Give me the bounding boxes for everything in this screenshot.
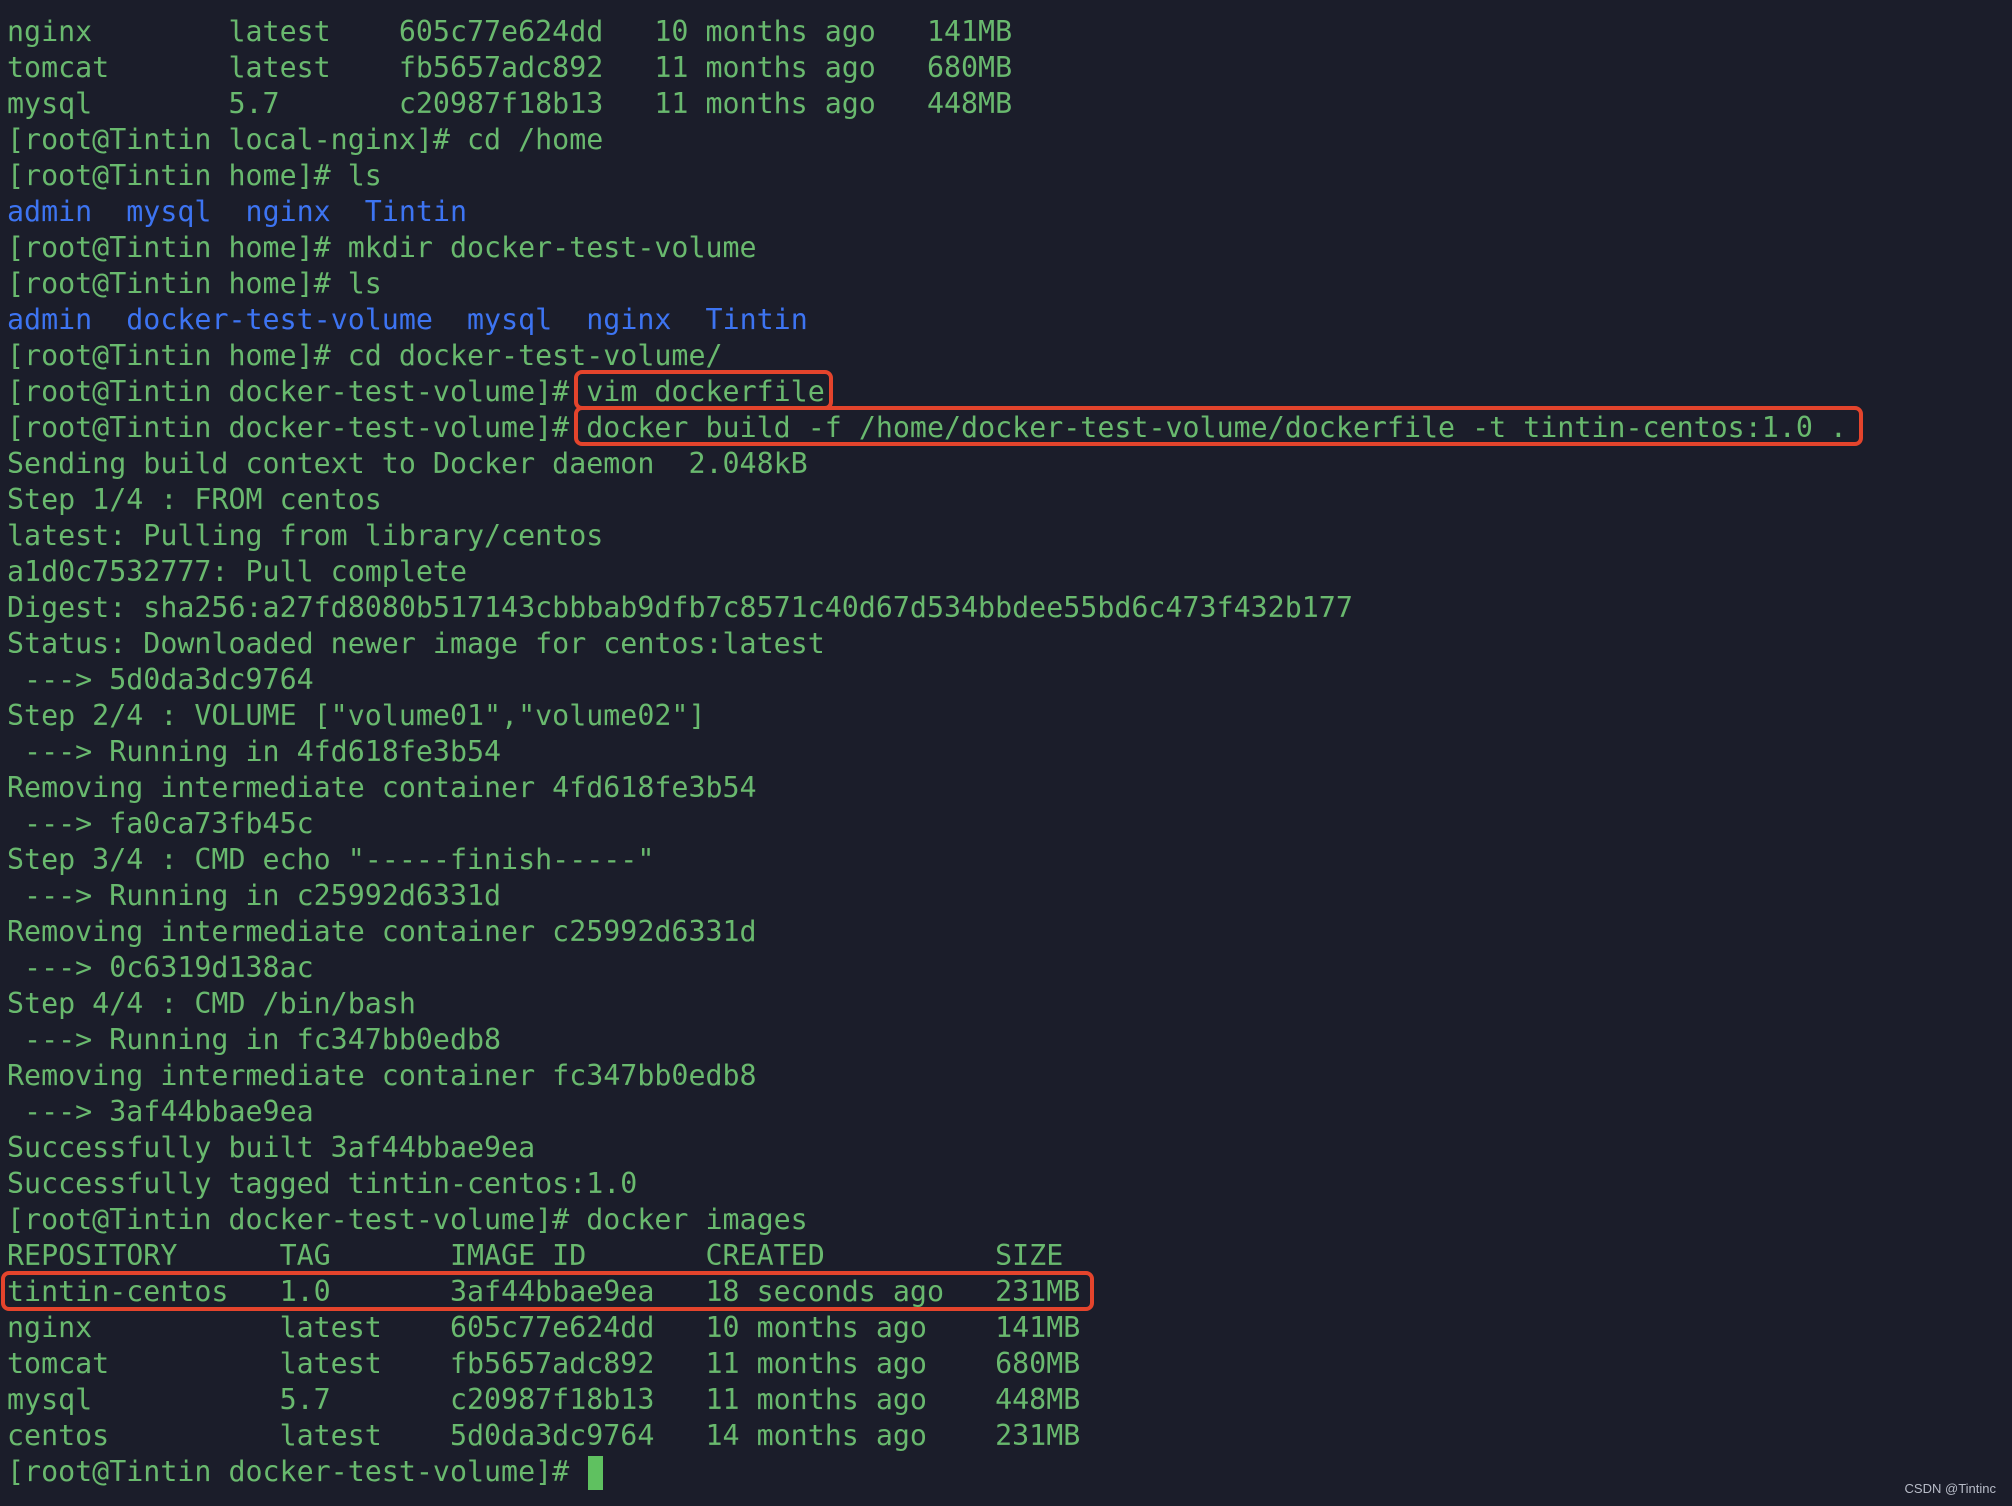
directory-entry: Tintin (705, 303, 808, 336)
image-row-text: tintin-centos 1.0 3af44bbae9ea 18 second… (7, 1275, 1081, 1308)
terminal-line: Removing intermediate container 4fd618fe… (7, 771, 757, 804)
text-cursor[interactable] (588, 1456, 604, 1490)
command-text: docker build -f /home/docker-test-volume… (586, 411, 1847, 444)
image-row-highlighted: tintin-centos 1.0 3af44bbae9ea 18 second… (1, 1271, 2012, 1311)
directory-listing: admin mysql nginx Tintin (7, 194, 2012, 230)
terminal-line: centos latest 5d0da3dc9764 14 months ago… (7, 1419, 1081, 1452)
directory-entry: mysql (126, 195, 212, 228)
terminal-line: [root@Tintin home]# ls (7, 267, 382, 300)
terminal-output[interactable]: nginx latest 605c77e624dd 10 months ago … (1, 14, 2012, 1490)
terminal-line: Step 2/4 : VOLUME ["volume01","volume02"… (7, 699, 706, 732)
command-line-docker-build: [root@Tintin docker-test-volume]# docker… (7, 406, 2012, 446)
terminal-line: ---> Running in fc347bb0edb8 (7, 1023, 502, 1056)
terminal-line: nginx latest 605c77e624dd 10 months ago … (7, 1311, 1081, 1344)
directory-entry: nginx (586, 303, 672, 336)
directory-entry: docker-test-volume (126, 303, 433, 336)
directory-entry: nginx (245, 195, 331, 228)
terminal-line: Step 1/4 : FROM centos (7, 483, 382, 516)
watermark: CSDN @Tintinc (1904, 1481, 1996, 1496)
terminal-line: [root@Tintin docker-test-volume]# docker… (7, 1203, 808, 1236)
directory-entry: mysql (467, 303, 553, 336)
terminal-line: tomcat latest fb5657adc892 11 months ago… (7, 51, 1013, 84)
terminal-line: Successfully built 3af44bbae9ea (7, 1131, 536, 1164)
directory-entry: admin (7, 303, 93, 336)
terminal-line: ---> 3af44bbae9ea (7, 1095, 314, 1128)
terminal-line: ---> Running in 4fd618fe3b54 (7, 735, 502, 768)
terminal-line: nginx latest 605c77e624dd 10 months ago … (7, 15, 1013, 48)
shell-prompt: [root@Tintin docker-test-volume]# (7, 375, 570, 408)
terminal-line: REPOSITORY TAG IMAGE ID CREATED SIZE (7, 1239, 1064, 1272)
terminal-line: a1d0c7532777: Pull complete (7, 555, 467, 588)
terminal-line: mysql 5.7 c20987f18b13 11 months ago 448… (7, 1383, 1081, 1416)
terminal-line: [root@Tintin home]# cd docker-test-volum… (7, 339, 723, 372)
terminal-line: Successfully tagged tintin-centos:1.0 (7, 1167, 638, 1200)
terminal-line: Digest: sha256:a27fd8080b517143cbbbab9df… (7, 591, 1353, 624)
command-prompt-line: [root@Tintin docker-test-volume]# (7, 1454, 2012, 1490)
terminal-line: tomcat latest fb5657adc892 11 months ago… (7, 1347, 1081, 1380)
terminal-line: Sending build context to Docker daemon 2… (7, 447, 808, 480)
command-text: vim dockerfile (586, 375, 825, 408)
directory-entry: admin (7, 195, 93, 228)
terminal-line: ---> fa0ca73fb45c (7, 807, 314, 840)
terminal-line: Removing intermediate container c25992d6… (7, 915, 757, 948)
terminal-line: [root@Tintin home]# mkdir docker-test-vo… (7, 231, 757, 264)
terminal-line: mysql 5.7 c20987f18b13 11 months ago 448… (7, 87, 1013, 120)
directory-listing: admin docker-test-volume mysql nginx Tin… (7, 302, 2012, 338)
terminal-line: Status: Downloaded newer image for cento… (7, 627, 825, 660)
terminal-line: Step 4/4 : CMD /bin/bash (7, 987, 416, 1020)
terminal-line: ---> Running in c25992d6331d (7, 879, 502, 912)
terminal-line: [root@Tintin local-nginx]# cd /home (7, 123, 604, 156)
terminal-line: Removing intermediate container fc347bb0… (7, 1059, 757, 1092)
terminal-line: latest: Pulling from library/centos (7, 519, 604, 552)
shell-prompt: [root@Tintin docker-test-volume]# (7, 1455, 570, 1488)
directory-entry: Tintin (364, 195, 468, 228)
command-line-vim: [root@Tintin docker-test-volume]# vim do… (7, 370, 2012, 410)
terminal-line: Step 3/4 : CMD echo "-----finish-----" (7, 843, 655, 876)
terminal-line: ---> 0c6319d138ac (7, 951, 314, 984)
terminal-line: [root@Tintin home]# ls (7, 159, 382, 192)
terminal-line: ---> 5d0da3dc9764 (7, 663, 314, 696)
shell-prompt: [root@Tintin docker-test-volume]# (7, 411, 570, 444)
